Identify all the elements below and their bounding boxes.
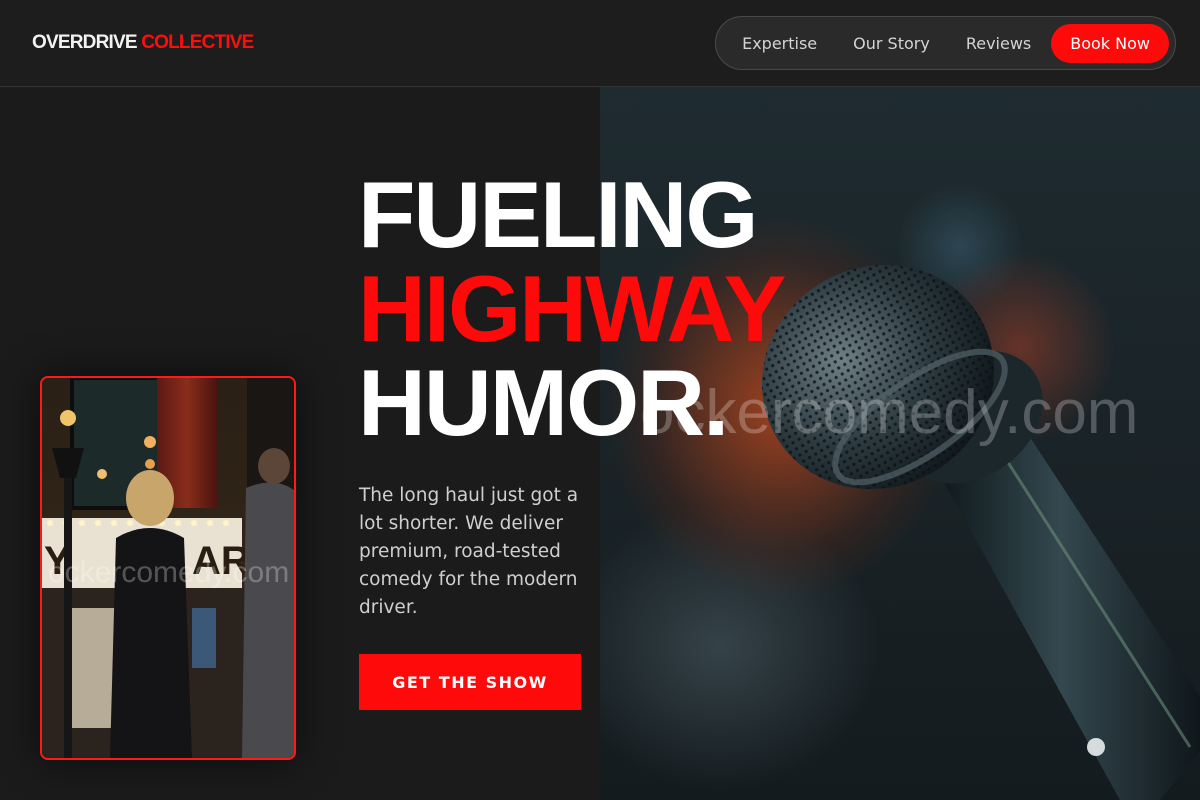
photo-watermark-text: ockercomedy.com: [48, 556, 290, 589]
hero-headline: FUELING HIGHWAY HUMOR.: [358, 162, 786, 455]
get-the-show-button[interactable]: GET THE SHOW: [359, 654, 581, 710]
logo-accent-text: COLLECTIVE: [141, 32, 254, 53]
logo-primary-text: OVERDRIVE: [32, 32, 138, 53]
main-nav: Expertise Our Story Reviews Book Now: [715, 16, 1176, 70]
book-now-button[interactable]: Book Now: [1051, 23, 1169, 63]
nav-link-reviews[interactable]: Reviews: [950, 26, 1047, 61]
headline-line-1: FUELING: [358, 162, 759, 267]
headline-line-2: HIGHWAY: [358, 256, 786, 361]
headline-line-3: HUMOR.: [358, 350, 729, 455]
nav-link-our-story[interactable]: Our Story: [837, 26, 946, 61]
site-header: OVERDRIVE COLLECTIVE Expertise Our Story…: [0, 0, 1200, 87]
nav-link-expertise[interactable]: Expertise: [726, 26, 833, 61]
hero-tagline: The long haul just got a lot shorter. We…: [359, 485, 579, 618]
comedy-club-photo: Y AR ockercomedy.com: [40, 376, 296, 760]
site-logo[interactable]: OVERDRIVE COLLECTIVE: [32, 32, 254, 54]
